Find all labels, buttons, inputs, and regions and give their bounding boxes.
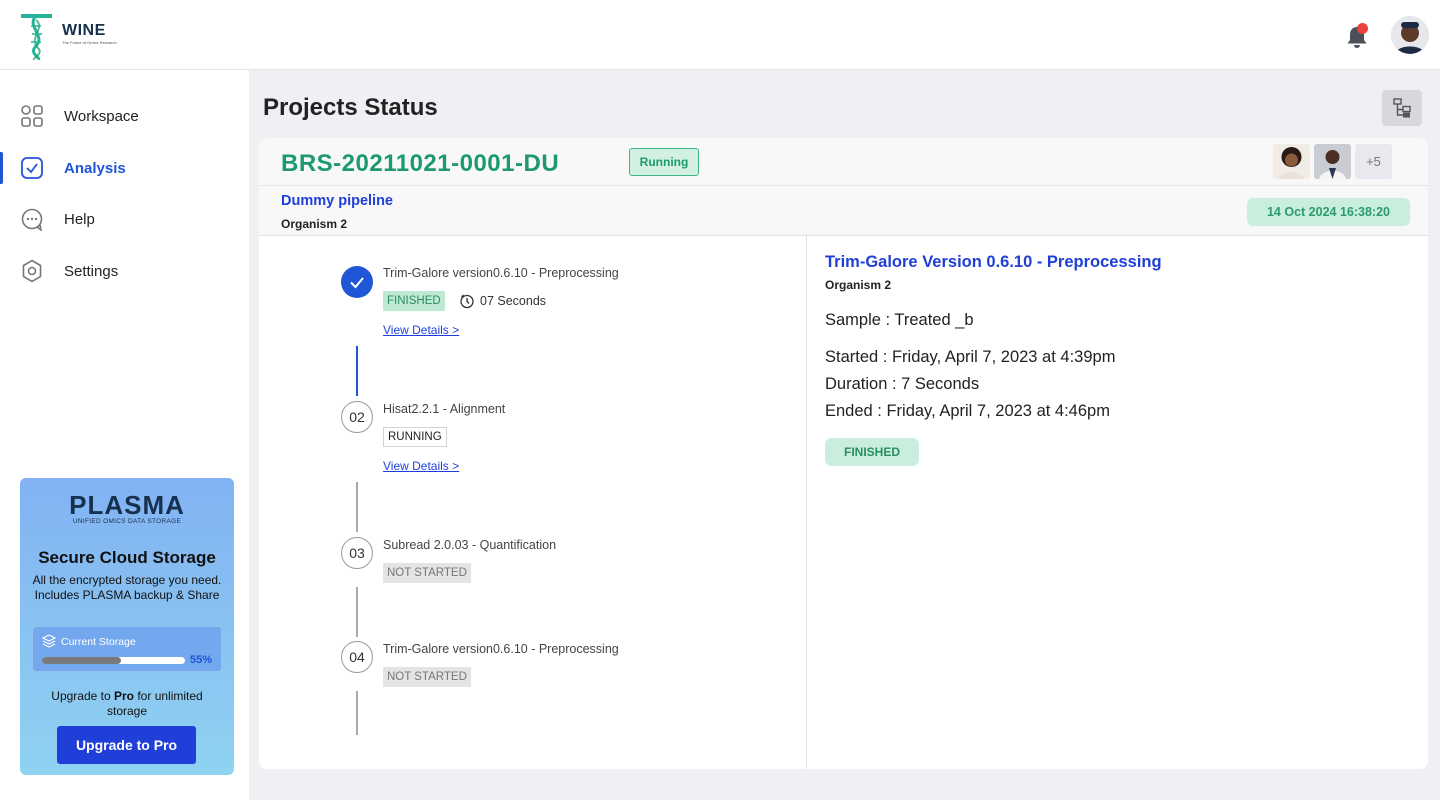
timer-icon xyxy=(460,294,474,309)
detail-duration: Duration : 7 Seconds xyxy=(825,375,980,393)
person-avatar-icon xyxy=(1314,144,1351,179)
upgrade-to-pro-button[interactable]: Upgrade to Pro xyxy=(57,726,196,764)
step-number-icon: 02 xyxy=(341,401,373,433)
page-title: Projects Status xyxy=(263,94,438,121)
logo-tagline: The Future of Omics Research xyxy=(62,40,117,45)
view-details-link[interactable]: View Details > xyxy=(383,459,459,473)
view-details-link[interactable]: View Details > xyxy=(383,323,459,337)
dna-helix-icon xyxy=(21,14,52,60)
help-chat-icon xyxy=(21,208,43,231)
sidebar-item-label: Workspace xyxy=(64,107,139,125)
project-status-badge: Running xyxy=(629,148,699,176)
top-bar: WINE The Future of Omics Research xyxy=(0,0,1440,70)
wine-logo[interactable]: WINE The Future of Omics Research xyxy=(18,14,117,60)
member-avatar[interactable] xyxy=(1314,144,1351,179)
notification-dot xyxy=(1357,23,1368,34)
plasma-logo-subtitle: UNIFIED OMICS DATA STORAGE xyxy=(72,518,182,525)
step-connector xyxy=(356,346,358,396)
step-complete-icon xyxy=(341,266,373,298)
sidebar-item-workspace[interactable]: Workspace xyxy=(0,96,249,136)
tree-view-icon xyxy=(1393,98,1411,118)
step-title: Trim-Galore version0.6.10 - Preprocessin… xyxy=(383,642,619,656)
detail-title: Trim-Galore Version 0.6.10 - Preprocessi… xyxy=(825,253,1162,271)
settings-gear-icon xyxy=(22,259,42,283)
header-divider xyxy=(259,185,1428,186)
detail-status-badge: FINISHED xyxy=(825,438,919,466)
tree-view-button[interactable] xyxy=(1382,90,1422,126)
current-storage-box: Current Storage 55% xyxy=(32,626,222,672)
sidebar: Workspace Analysis Help Settings PLASMA … xyxy=(0,70,249,800)
step-title: Subread 2.0.03 - Quantification xyxy=(383,538,557,552)
step-title: Hisat2.2.1 - Alignment xyxy=(383,402,506,416)
step-number-icon: 04 xyxy=(341,641,373,673)
storage-progress-bar xyxy=(42,657,185,664)
step-status-badge: NOT STARTED xyxy=(383,667,471,687)
promo-title: Secure Cloud Storage xyxy=(38,548,216,567)
pipeline-name[interactable]: Dummy pipeline xyxy=(281,193,393,209)
detail-sample: Sample : Treated _b xyxy=(825,311,974,329)
project-date-badge: 14 Oct 2024 16:38:20 xyxy=(1247,198,1410,226)
step-connector xyxy=(356,691,358,735)
member-avatar[interactable] xyxy=(1273,144,1310,179)
step-title: Trim-Galore version0.6.10 - Preprocessin… xyxy=(383,266,619,280)
panel-divider xyxy=(806,236,807,769)
storage-percent: 55% xyxy=(190,654,213,666)
organism-name: Organism 2 xyxy=(281,217,348,231)
step-duration-text: 07 Seconds xyxy=(480,294,547,308)
step-status-badge: RUNNING xyxy=(383,427,447,447)
storage-promo-card: PLASMA UNIFIED OMICS DATA STORAGE Secure… xyxy=(20,478,234,775)
sidebar-item-label: Settings xyxy=(64,262,119,280)
detail-organism: Organism 2 xyxy=(825,278,892,292)
sidebar-item-analysis[interactable]: Analysis xyxy=(0,148,249,188)
user-avatar[interactable] xyxy=(1391,16,1429,54)
project-id: BRS-20211021-0001-DU xyxy=(281,150,560,177)
upgrade-message-pro: Pro xyxy=(114,689,135,703)
upgrade-message-pre: Upgrade to xyxy=(51,689,114,703)
sidebar-item-help[interactable]: Help xyxy=(0,199,249,239)
person-avatar-icon xyxy=(1273,144,1310,179)
plasma-logo: PLASMA xyxy=(69,490,185,520)
project-status-card: BRS-20211021-0001-DU Running +5 Dummy pi… xyxy=(259,138,1428,769)
checkmark-icon xyxy=(350,277,364,289)
step-duration: 07 Seconds xyxy=(459,293,546,309)
step-connector xyxy=(356,587,358,637)
analysis-check-icon xyxy=(21,157,43,179)
detail-started: Started : Friday, April 7, 2023 at 4:39p… xyxy=(825,348,1116,366)
promo-description: All the encrypted storage you need. Incl… xyxy=(32,573,222,602)
storage-label: Current Storage xyxy=(61,636,136,648)
sidebar-item-label: Help xyxy=(64,210,95,228)
storage-progress-fill xyxy=(42,657,121,664)
step-number-icon: 03 xyxy=(341,537,373,569)
logo-wordmark: WINE xyxy=(62,22,106,39)
project-header: BRS-20211021-0001-DU Running +5 Dummy pi… xyxy=(259,138,1428,236)
more-members-badge[interactable]: +5 xyxy=(1355,144,1392,179)
step-status-badge: FINISHED xyxy=(383,291,445,311)
step-connector xyxy=(356,482,358,532)
sidebar-item-settings[interactable]: Settings xyxy=(0,251,249,291)
detail-ended: Ended : Friday, April 7, 2023 at 4:46pm xyxy=(825,402,1110,420)
sidebar-item-label: Analysis xyxy=(64,159,126,177)
upgrade-message: Upgrade to Pro for unlimited storage xyxy=(36,689,218,719)
layers-icon xyxy=(42,634,56,648)
step-status-badge: NOT STARTED xyxy=(383,563,471,583)
person-avatar-icon xyxy=(1391,16,1429,54)
workspace-grid-icon xyxy=(21,105,43,127)
